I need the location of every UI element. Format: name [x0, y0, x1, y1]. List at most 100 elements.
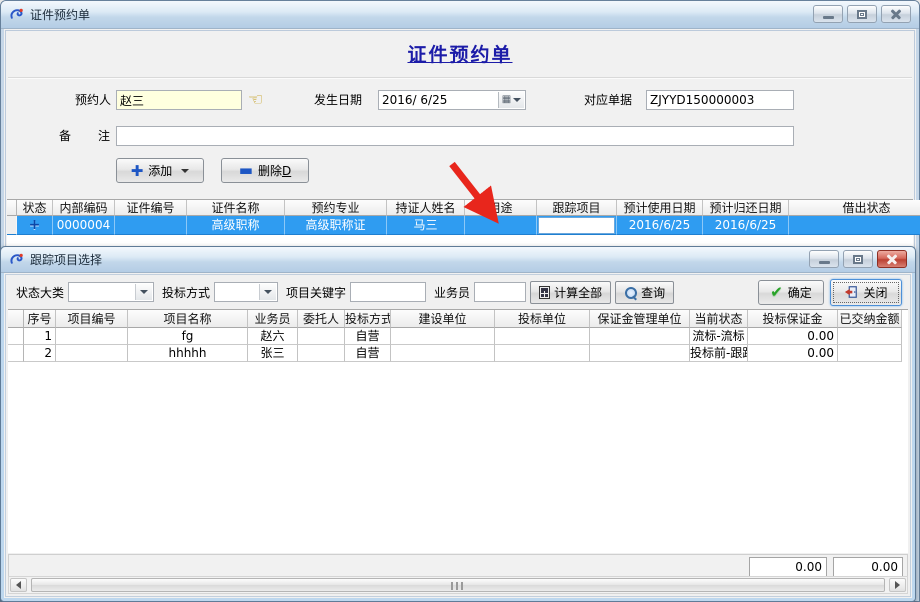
combo-dropdown-button[interactable] — [135, 284, 152, 300]
status-category-select[interactable] — [68, 282, 154, 302]
col-tracking-project[interactable]: 跟踪项目 — [537, 200, 617, 216]
restore-icon — [857, 10, 867, 19]
cell-bid-method: 自营 — [345, 328, 391, 345]
close-dialog-button[interactable]: 关闭 — [830, 279, 902, 306]
col-lend-status[interactable]: 借出状态 — [789, 200, 920, 216]
paid-amount-total: 0.00 — [833, 557, 903, 577]
col-project-no[interactable]: 项目编号 — [56, 310, 128, 328]
row-stub — [8, 328, 24, 345]
col-return-date[interactable]: 预计归还日期 — [703, 200, 789, 216]
reserver-input[interactable] — [116, 90, 242, 110]
col-client[interactable]: 委托人 — [298, 310, 345, 328]
row-stub — [8, 345, 24, 362]
main-close-button[interactable] — [881, 5, 911, 23]
main-restore-button[interactable] — [847, 5, 877, 23]
col-cert-no[interactable]: 证件编号 — [115, 200, 187, 216]
date-field[interactable]: 2016/ 6/25 ▦ — [378, 90, 526, 110]
calendar-dropdown-button[interactable]: ▦ — [498, 92, 524, 108]
arrow-left-icon — [16, 581, 21, 589]
cell-bond-manager — [590, 328, 690, 345]
col-builder[interactable]: 建设单位 — [391, 310, 495, 328]
keyword-input[interactable] — [350, 282, 426, 302]
col-seq[interactable]: 序号 — [24, 310, 56, 328]
bid-method-label: 投标方式 — [162, 284, 210, 301]
dialog-minimize-button[interactable] — [809, 250, 839, 268]
cell-project-no — [56, 328, 128, 345]
col-paid-amount[interactable]: 已交纳金额 — [838, 310, 902, 328]
row-stub — [7, 200, 17, 216]
salesman-input[interactable] — [474, 282, 526, 302]
col-cert-name[interactable]: 证件名称 — [187, 200, 285, 216]
cell-seq: 1 — [24, 328, 56, 345]
main-minimize-button[interactable] — [813, 5, 843, 23]
cell-current-status: 投标前-跟踪 — [690, 345, 748, 362]
add-button[interactable]: ✚ 添加 — [116, 158, 204, 183]
cell-bid-bond: 0.00 — [748, 345, 838, 362]
app-icon — [9, 252, 24, 267]
calc-all-button[interactable]: 计算全部 — [530, 281, 611, 304]
dialog-title: 跟踪项目选择 — [30, 251, 102, 268]
salesman-label: 业务员 — [434, 284, 470, 301]
col-use-date[interactable]: 预计使用日期 — [617, 200, 703, 216]
scroll-left-button[interactable] — [10, 578, 27, 592]
delete-button[interactable]: ▬ 删除D — [221, 158, 309, 183]
project-row-2[interactable]: 2 hhhhh 张三 自营 投标前-跟踪 0.00 — [8, 345, 908, 362]
col-bidder[interactable]: 投标单位 — [495, 310, 590, 328]
col-status[interactable]: 状态 — [17, 200, 53, 216]
horizontal-scrollbar[interactable] — [8, 576, 908, 594]
annotation-arrow — [438, 158, 510, 232]
cell-major: 高级职称证 — [285, 216, 387, 235]
close-icon — [889, 7, 903, 21]
row-stub — [7, 216, 17, 235]
col-bond-manager[interactable]: 保证金管理单位 — [590, 310, 690, 328]
chevron-down-icon — [140, 290, 148, 294]
scroll-right-button[interactable] — [889, 578, 906, 592]
minimize-icon — [823, 16, 834, 19]
cell-bidder — [495, 328, 590, 345]
close-icon — [885, 252, 899, 266]
arrow-right-icon — [895, 581, 900, 589]
row-stub — [8, 310, 24, 328]
minus-icon: ▬ — [239, 164, 253, 177]
scrollbar-thumb[interactable] — [31, 578, 885, 592]
ok-button[interactable]: ✔ 确定 — [758, 280, 824, 305]
col-major[interactable]: 预约专业 — [285, 200, 387, 216]
divider — [8, 77, 912, 79]
status-category-label: 状态大类 — [16, 284, 64, 301]
col-internal-code[interactable]: 内部编码 — [53, 200, 115, 216]
query-button[interactable]: 查询 — [615, 281, 674, 304]
tracking-project-edit[interactable] — [538, 217, 615, 234]
col-salesman[interactable]: 业务员 — [248, 310, 298, 328]
dialog-titlebar: 跟踪项目选择 — [1, 247, 915, 273]
cell-cert-name: 高级职称 — [187, 216, 285, 235]
combo-dropdown-button[interactable] — [259, 284, 276, 300]
doc-input[interactable] — [646, 90, 794, 110]
dialog-close-button[interactable] — [877, 250, 907, 268]
app-icon — [9, 7, 24, 22]
calc-all-label: 计算全部 — [554, 284, 602, 301]
plus-icon: ✚ — [131, 164, 144, 178]
remark-input[interactable] — [116, 126, 794, 146]
close-label: 关闭 — [863, 284, 887, 301]
project-row-1[interactable]: 1 fg 赵六 自营 流标-流标 0.00 — [8, 328, 908, 345]
calculator-icon — [539, 286, 550, 299]
dialog-restore-button[interactable] — [843, 250, 873, 268]
cell-builder — [391, 345, 495, 362]
remark-label-2: 注 — [98, 126, 110, 146]
ok-label: 确定 — [788, 284, 812, 301]
project-grid: 序号 项目编号 项目名称 业务员 委托人 投标方式 建设单位 投标单位 保证金管… — [8, 309, 908, 553]
col-bid-bond[interactable]: 投标保证金 — [748, 310, 838, 328]
keyword-label: 项目关键字 — [286, 284, 346, 301]
picker-hand-icon[interactable]: ☜ — [248, 91, 263, 109]
restore-icon — [853, 255, 863, 264]
tracking-project-dialog: 跟踪项目选择 状态大类 投标方式 项目关键字 — [0, 246, 916, 602]
minimize-icon — [819, 261, 830, 264]
reserver-label: 预约人 — [46, 90, 111, 110]
add-button-label: 添加 — [148, 162, 172, 179]
bid-method-select[interactable] — [214, 282, 278, 302]
col-current-status[interactable]: 当前状态 — [690, 310, 748, 328]
check-icon: ✔ — [770, 285, 783, 299]
col-bid-method[interactable]: 投标方式 — [345, 310, 391, 328]
date-value: 2016/ 6/25 — [382, 93, 447, 107]
col-project-name[interactable]: 项目名称 — [128, 310, 248, 328]
